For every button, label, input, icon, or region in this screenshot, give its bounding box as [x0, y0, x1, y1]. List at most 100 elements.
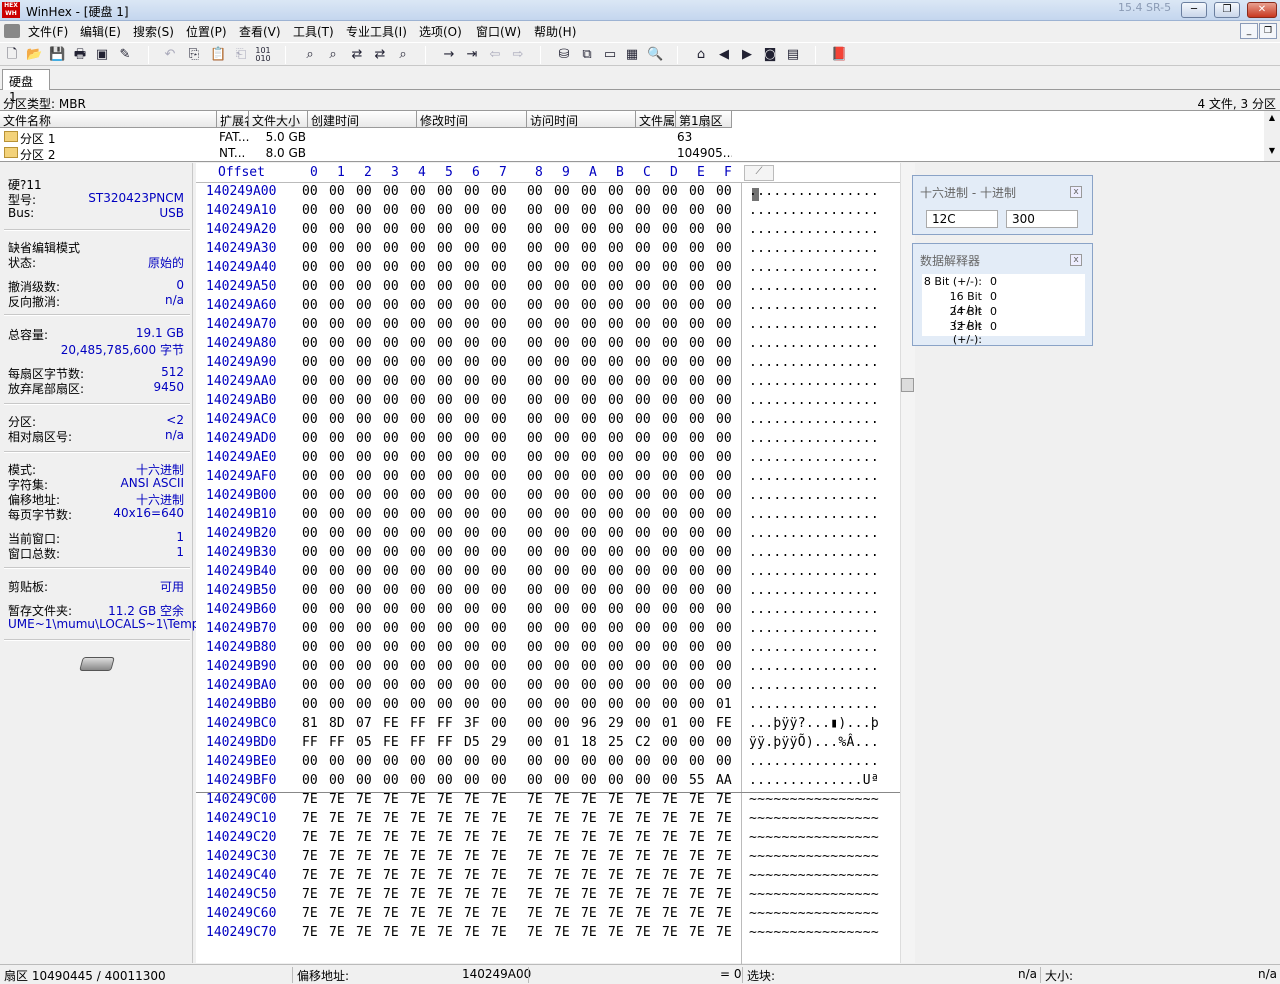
hex-byte[interactable]: 00 [662, 317, 678, 332]
hex-byte[interactable]: 00 [716, 298, 732, 313]
hex-byte[interactable]: 00 [608, 526, 624, 541]
hex-byte[interactable]: 00 [662, 545, 678, 560]
hex-byte[interactable]: 00 [410, 602, 426, 617]
hex-byte[interactable]: 7E [383, 887, 399, 902]
hex-byte[interactable]: 7E [302, 887, 318, 902]
hex-byte[interactable]: 00 [689, 336, 705, 351]
hex-byte[interactable]: 00 [662, 678, 678, 693]
hex-row[interactable]: 140249AC0 00 00 00 00 00 00 00 00 00 00 00 00 00 00 00 0… [196, 411, 901, 430]
hex-byte[interactable]: 00 [410, 583, 426, 598]
hex-byte[interactable]: 00 [608, 640, 624, 655]
menu-view[interactable]: 查看(V) [239, 23, 281, 40]
hex-byte[interactable]: 00 [689, 659, 705, 674]
hex-byte[interactable]: 00 [329, 659, 345, 674]
row-ascii[interactable]: ................ [749, 222, 879, 237]
hex-row[interactable]: 140249BF0 00 00 00 00 00 00 00 00 00 00 00 00 00 00 55 A… [196, 772, 901, 791]
hex-byte[interactable]: 00 [554, 564, 570, 579]
hex-byte[interactable]: 00 [356, 678, 372, 693]
hex-byte[interactable]: 00 [356, 203, 372, 218]
row-ascii[interactable]: ................ [749, 184, 879, 199]
hex-byte[interactable]: 00 [302, 678, 318, 693]
hex-byte[interactable]: 01 [554, 735, 570, 750]
undo-icon[interactable]: ↶ [162, 47, 178, 63]
hex-byte[interactable]: 29 [491, 735, 507, 750]
hex-byte[interactable]: FF [437, 716, 453, 731]
hex-byte[interactable]: 00 [608, 697, 624, 712]
hex-byte[interactable]: 00 [302, 754, 318, 769]
hex-byte[interactable]: 7E [689, 868, 705, 883]
hex-value-input[interactable]: 12C [926, 210, 998, 228]
hex-byte[interactable]: 00 [662, 412, 678, 427]
hex-byte[interactable]: 00 [581, 564, 597, 579]
hex-byte[interactable]: FF [437, 735, 453, 750]
hex-byte[interactable]: 00 [383, 754, 399, 769]
hex-byte[interactable]: 00 [491, 621, 507, 636]
hex-byte[interactable]: 7E [554, 849, 570, 864]
properties-icon[interactable]: ▣ [94, 47, 110, 63]
hex-byte[interactable]: 00 [410, 222, 426, 237]
hex-row[interactable]: 140249C00 7E 7E 7E 7E 7E 7E 7E 7E 7E 7E 7E 7E 7E 7E 7E 7… [196, 791, 901, 810]
hex-byte[interactable]: 00 [527, 260, 543, 275]
hex-byte[interactable]: 7E [662, 906, 678, 921]
hex-byte[interactable]: 00 [437, 640, 453, 655]
paste-icon[interactable]: 📋 [210, 47, 226, 63]
hex-byte[interactable]: 00 [491, 583, 507, 598]
hex-byte[interactable]: 7E [329, 849, 345, 864]
hex-byte[interactable]: 00 [716, 222, 732, 237]
hex-byte[interactable]: 00 [662, 621, 678, 636]
hex-byte[interactable]: 00 [581, 298, 597, 313]
hex-byte[interactable]: 7E [689, 849, 705, 864]
hex-byte[interactable]: 00 [716, 735, 732, 750]
hex-byte[interactable]: 00 [581, 184, 597, 199]
minimize-button[interactable]: ─ [1181, 2, 1207, 18]
hex-byte[interactable]: 00 [581, 640, 597, 655]
hex-byte[interactable]: 00 [437, 773, 453, 788]
hex-byte[interactable]: 00 [716, 545, 732, 560]
hex-byte[interactable]: 00 [383, 678, 399, 693]
hex-byte[interactable]: 7E [662, 792, 678, 807]
hex-byte[interactable]: 00 [356, 450, 372, 465]
hex-byte[interactable]: 00 [716, 450, 732, 465]
hex-byte[interactable]: 7E [635, 887, 651, 902]
save-icon[interactable]: 💾 [49, 47, 65, 63]
hex-byte[interactable]: 00 [302, 469, 318, 484]
hex-byte[interactable]: 00 [437, 545, 453, 560]
hex-byte[interactable]: 00 [662, 488, 678, 503]
hex-byte[interactable]: 00 [662, 374, 678, 389]
hex-byte[interactable]: 00 [554, 431, 570, 446]
hex-byte[interactable]: 00 [329, 583, 345, 598]
hex-byte[interactable]: 00 [608, 412, 624, 427]
hex-byte[interactable]: 00 [437, 659, 453, 674]
hex-byte[interactable]: 00 [581, 545, 597, 560]
hex-byte[interactable]: 00 [491, 260, 507, 275]
hex-byte[interactable]: 7E [410, 906, 426, 921]
help-book-icon[interactable]: 📕 [831, 47, 847, 63]
next-icon[interactable]: ▶ [739, 47, 755, 63]
hex-byte[interactable]: 00 [356, 754, 372, 769]
hex-byte[interactable]: 7E [302, 906, 318, 921]
hex-byte[interactable]: 00 [635, 374, 651, 389]
hex-byte[interactable]: 00 [527, 374, 543, 389]
hex-byte[interactable]: 00 [554, 222, 570, 237]
hex-byte[interactable]: 00 [491, 317, 507, 332]
hex-byte[interactable]: 00 [464, 203, 480, 218]
hex-byte[interactable]: 00 [662, 697, 678, 712]
hex-byte[interactable]: 00 [527, 393, 543, 408]
hex-byte[interactable]: 7E [410, 887, 426, 902]
hex-byte[interactable]: 00 [608, 184, 624, 199]
hex-byte[interactable]: 00 [437, 260, 453, 275]
hex-byte[interactable]: 00 [302, 526, 318, 541]
data-interpreter-close-button[interactable]: x [1070, 254, 1082, 266]
hex-byte[interactable]: 29 [608, 716, 624, 731]
hex-byte[interactable]: 7E [608, 811, 624, 826]
row-ascii[interactable]: ................ [749, 507, 879, 522]
hex-byte[interactable]: 7E [356, 925, 372, 940]
hex-byte[interactable]: 7E [527, 811, 543, 826]
hex-byte[interactable]: 00 [581, 393, 597, 408]
hex-byte[interactable]: 00 [491, 640, 507, 655]
hex-row[interactable]: 140249C20 7E 7E 7E 7E 7E 7E 7E 7E 7E 7E 7E 7E 7E 7E 7E 7… [196, 829, 901, 848]
hex-byte[interactable]: 00 [437, 507, 453, 522]
interp-8bit-value[interactable]: 0 [990, 275, 997, 288]
hex-byte[interactable]: 7E [608, 925, 624, 940]
hex-byte[interactable]: 00 [554, 469, 570, 484]
